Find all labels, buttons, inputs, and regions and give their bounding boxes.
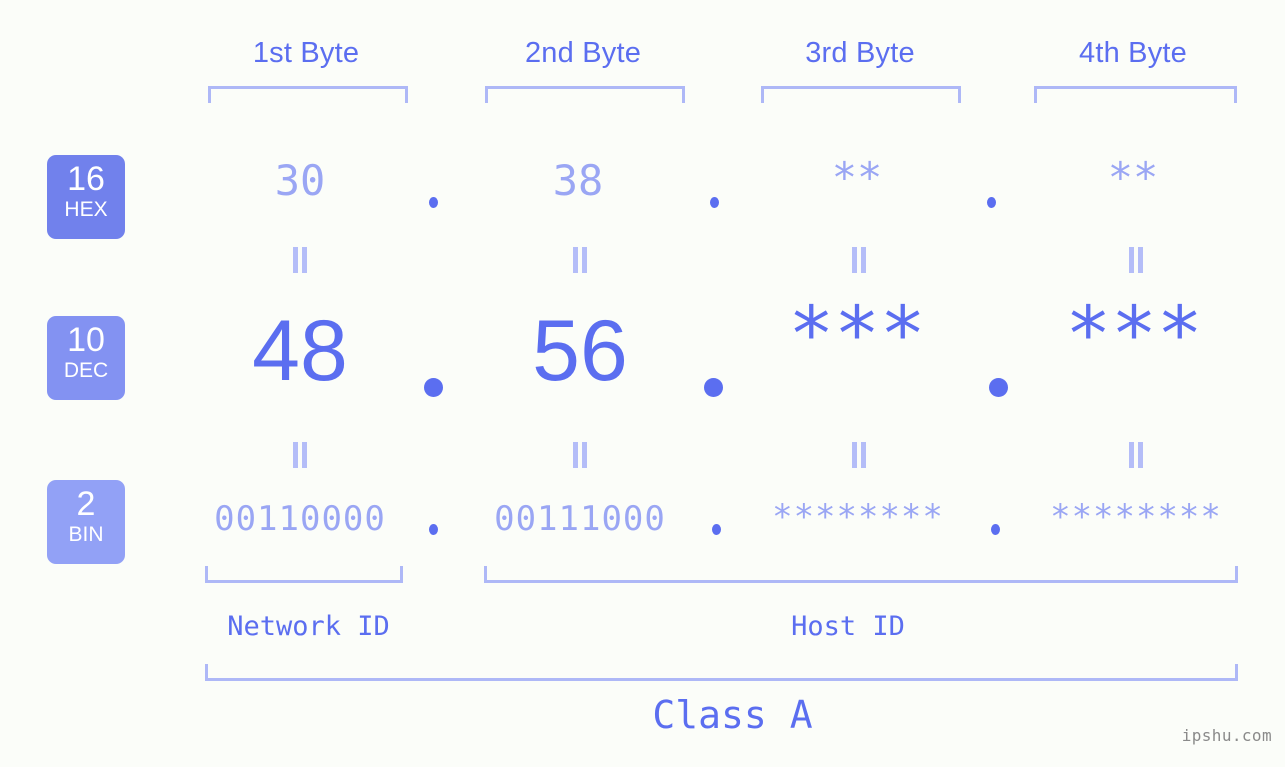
class-label: Class A <box>652 693 813 737</box>
radix-badge-dec: 10 DEC <box>47 316 125 400</box>
hex-dot-2 <box>710 197 719 208</box>
bin-byte-3: ******** <box>772 497 944 537</box>
dec-byte-4: *** <box>1065 289 1203 378</box>
equals-mark-hexdec-4 <box>1128 247 1144 273</box>
dec-dot-2 <box>704 378 723 397</box>
equals-mark-decbin-3 <box>851 442 867 468</box>
dec-dot-1 <box>424 378 443 397</box>
radix-badge-hex-name: HEX <box>64 198 108 221</box>
dec-byte-1: 48 <box>252 303 348 399</box>
hex-dot-3 <box>987 197 996 208</box>
radix-badge-bin: 2 BIN <box>47 480 125 564</box>
radix-badge-dec-name: DEC <box>63 359 109 382</box>
equals-mark-decbin-4 <box>1128 442 1144 468</box>
network-id-bracket <box>205 566 403 583</box>
class-bracket <box>205 664 1238 681</box>
equals-mark-hexdec-3 <box>851 247 867 273</box>
network-id-label: Network ID <box>227 611 390 642</box>
byte-header-4: 4th Byte <box>1079 37 1187 69</box>
byte-bracket-4 <box>1034 86 1237 103</box>
bin-byte-4: ******** <box>1050 497 1222 537</box>
bin-dot-3 <box>991 524 1000 535</box>
hex-dot-1 <box>429 197 438 208</box>
byte-bracket-1 <box>208 86 408 103</box>
byte-header-3: 3rd Byte <box>805 37 915 69</box>
dec-byte-2: 56 <box>532 303 628 399</box>
equals-mark-hexdec-2 <box>572 247 588 273</box>
byte-header-1: 1st Byte <box>252 37 360 69</box>
host-id-label: Host ID <box>791 611 905 642</box>
radix-badge-hex-number: 16 <box>67 160 105 198</box>
bin-byte-2: 00111000 <box>494 499 666 539</box>
radix-badge-hex: 16 HEX <box>47 155 125 239</box>
hex-byte-3: ** <box>831 153 883 202</box>
radix-badge-bin-number: 2 <box>76 485 96 523</box>
equals-mark-decbin-2 <box>572 442 588 468</box>
byte-bracket-3 <box>761 86 961 103</box>
equals-mark-hexdec-1 <box>292 247 308 273</box>
hex-byte-1: 30 <box>274 156 326 205</box>
dec-byte-3: *** <box>788 289 926 378</box>
radix-badge-bin-name: BIN <box>68 523 104 546</box>
bin-byte-1: 00110000 <box>214 499 386 539</box>
byte-header-2: 2nd Byte <box>524 37 642 69</box>
bin-dot-1 <box>429 524 438 535</box>
watermark: ipshu.com <box>1181 726 1272 745</box>
radix-badge-dec-number: 10 <box>67 321 105 359</box>
hex-byte-4: ** <box>1107 153 1159 202</box>
bin-dot-2 <box>712 524 721 535</box>
equals-mark-decbin-1 <box>292 442 308 468</box>
diagram-canvas: 1st Byte 2nd Byte 3rd Byte 4th Byte 16 H… <box>0 0 1285 767</box>
dec-dot-3 <box>989 378 1008 397</box>
host-id-bracket <box>484 566 1238 583</box>
hex-byte-2: 38 <box>552 156 604 205</box>
byte-bracket-2 <box>485 86 685 103</box>
